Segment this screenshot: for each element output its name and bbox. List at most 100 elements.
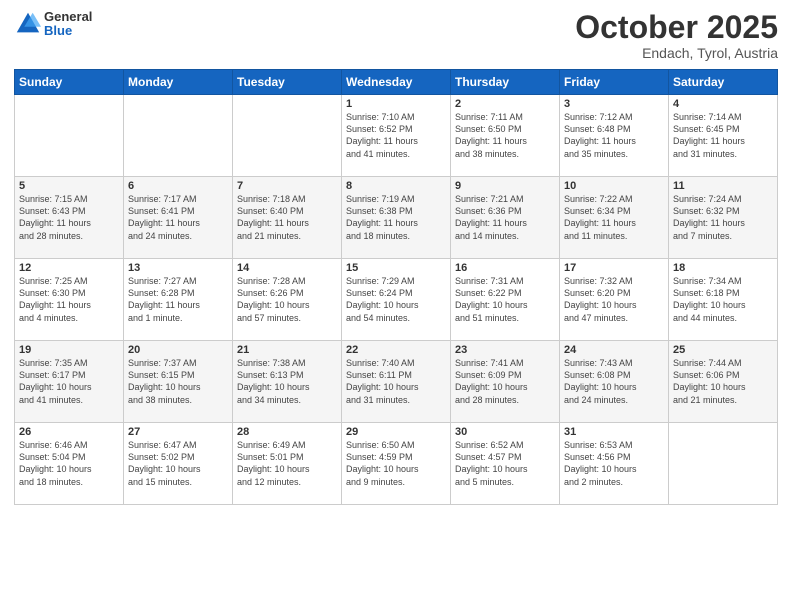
day-number: 12 [19, 262, 119, 274]
day-number: 10 [564, 180, 664, 192]
day-info: Sunrise: 7:21 AM Sunset: 6:36 PM Dayligh… [455, 193, 555, 242]
day-number: 15 [346, 262, 446, 274]
calendar-header-saturday: Saturday [669, 70, 778, 95]
calendar-header-tuesday: Tuesday [233, 70, 342, 95]
calendar-cell: 14Sunrise: 7:28 AM Sunset: 6:26 PM Dayli… [233, 259, 342, 341]
calendar-cell: 15Sunrise: 7:29 AM Sunset: 6:24 PM Dayli… [342, 259, 451, 341]
calendar-cell: 4Sunrise: 7:14 AM Sunset: 6:45 PM Daylig… [669, 95, 778, 177]
header: General Blue October 2025 Endach, Tyrol,… [14, 10, 778, 61]
week-row-1: 5Sunrise: 7:15 AM Sunset: 6:43 PM Daylig… [15, 177, 778, 259]
day-number: 30 [455, 426, 555, 438]
day-number: 23 [455, 344, 555, 356]
day-info: Sunrise: 7:15 AM Sunset: 6:43 PM Dayligh… [19, 193, 119, 242]
day-number: 18 [673, 262, 773, 274]
day-number: 22 [346, 344, 446, 356]
calendar-cell: 16Sunrise: 7:31 AM Sunset: 6:22 PM Dayli… [451, 259, 560, 341]
day-number: 25 [673, 344, 773, 356]
day-number: 13 [128, 262, 228, 274]
day-info: Sunrise: 7:29 AM Sunset: 6:24 PM Dayligh… [346, 275, 446, 324]
day-number: 28 [237, 426, 337, 438]
day-number: 31 [564, 426, 664, 438]
calendar-cell [124, 95, 233, 177]
logo-icon [14, 10, 42, 38]
day-info: Sunrise: 7:40 AM Sunset: 6:11 PM Dayligh… [346, 357, 446, 406]
calendar-cell: 10Sunrise: 7:22 AM Sunset: 6:34 PM Dayli… [560, 177, 669, 259]
calendar-cell: 27Sunrise: 6:47 AM Sunset: 5:02 PM Dayli… [124, 423, 233, 505]
calendar-cell: 24Sunrise: 7:43 AM Sunset: 6:08 PM Dayli… [560, 341, 669, 423]
calendar-header-monday: Monday [124, 70, 233, 95]
calendar-cell [233, 95, 342, 177]
calendar-header-thursday: Thursday [451, 70, 560, 95]
day-info: Sunrise: 7:35 AM Sunset: 6:17 PM Dayligh… [19, 357, 119, 406]
logo-general-text: General [44, 10, 92, 24]
day-number: 5 [19, 180, 119, 192]
day-info: Sunrise: 6:50 AM Sunset: 4:59 PM Dayligh… [346, 439, 446, 488]
day-info: Sunrise: 7:27 AM Sunset: 6:28 PM Dayligh… [128, 275, 228, 324]
day-info: Sunrise: 7:28 AM Sunset: 6:26 PM Dayligh… [237, 275, 337, 324]
calendar-cell: 20Sunrise: 7:37 AM Sunset: 6:15 PM Dayli… [124, 341, 233, 423]
day-info: Sunrise: 7:25 AM Sunset: 6:30 PM Dayligh… [19, 275, 119, 324]
week-row-3: 19Sunrise: 7:35 AM Sunset: 6:17 PM Dayli… [15, 341, 778, 423]
day-number: 16 [455, 262, 555, 274]
day-number: 2 [455, 98, 555, 110]
day-number: 24 [564, 344, 664, 356]
day-info: Sunrise: 7:34 AM Sunset: 6:18 PM Dayligh… [673, 275, 773, 324]
calendar-cell: 18Sunrise: 7:34 AM Sunset: 6:18 PM Dayli… [669, 259, 778, 341]
calendar-cell: 23Sunrise: 7:41 AM Sunset: 6:09 PM Dayli… [451, 341, 560, 423]
day-info: Sunrise: 7:43 AM Sunset: 6:08 PM Dayligh… [564, 357, 664, 406]
calendar-cell: 25Sunrise: 7:44 AM Sunset: 6:06 PM Dayli… [669, 341, 778, 423]
day-number: 4 [673, 98, 773, 110]
calendar-cell: 3Sunrise: 7:12 AM Sunset: 6:48 PM Daylig… [560, 95, 669, 177]
calendar-header-sunday: Sunday [15, 70, 124, 95]
day-info: Sunrise: 7:10 AM Sunset: 6:52 PM Dayligh… [346, 111, 446, 160]
calendar-header-row: SundayMondayTuesdayWednesdayThursdayFrid… [15, 70, 778, 95]
day-number: 1 [346, 98, 446, 110]
day-info: Sunrise: 7:12 AM Sunset: 6:48 PM Dayligh… [564, 111, 664, 160]
day-number: 9 [455, 180, 555, 192]
day-info: Sunrise: 7:22 AM Sunset: 6:34 PM Dayligh… [564, 193, 664, 242]
day-info: Sunrise: 6:53 AM Sunset: 4:56 PM Dayligh… [564, 439, 664, 488]
day-info: Sunrise: 7:37 AM Sunset: 6:15 PM Dayligh… [128, 357, 228, 406]
calendar-cell: 12Sunrise: 7:25 AM Sunset: 6:30 PM Dayli… [15, 259, 124, 341]
day-info: Sunrise: 6:47 AM Sunset: 5:02 PM Dayligh… [128, 439, 228, 488]
calendar-cell [15, 95, 124, 177]
logo: General Blue [14, 10, 92, 39]
day-number: 11 [673, 180, 773, 192]
day-info: Sunrise: 7:19 AM Sunset: 6:38 PM Dayligh… [346, 193, 446, 242]
day-number: 21 [237, 344, 337, 356]
day-info: Sunrise: 6:49 AM Sunset: 5:01 PM Dayligh… [237, 439, 337, 488]
calendar-table: SundayMondayTuesdayWednesdayThursdayFrid… [14, 69, 778, 505]
day-number: 29 [346, 426, 446, 438]
day-number: 6 [128, 180, 228, 192]
day-info: Sunrise: 7:32 AM Sunset: 6:20 PM Dayligh… [564, 275, 664, 324]
day-info: Sunrise: 6:46 AM Sunset: 5:04 PM Dayligh… [19, 439, 119, 488]
day-number: 3 [564, 98, 664, 110]
day-info: Sunrise: 7:24 AM Sunset: 6:32 PM Dayligh… [673, 193, 773, 242]
calendar-cell: 26Sunrise: 6:46 AM Sunset: 5:04 PM Dayli… [15, 423, 124, 505]
calendar-cell: 28Sunrise: 6:49 AM Sunset: 5:01 PM Dayli… [233, 423, 342, 505]
day-info: Sunrise: 7:31 AM Sunset: 6:22 PM Dayligh… [455, 275, 555, 324]
calendar-cell: 5Sunrise: 7:15 AM Sunset: 6:43 PM Daylig… [15, 177, 124, 259]
location: Endach, Tyrol, Austria [575, 45, 778, 61]
day-info: Sunrise: 7:44 AM Sunset: 6:06 PM Dayligh… [673, 357, 773, 406]
calendar-cell: 31Sunrise: 6:53 AM Sunset: 4:56 PM Dayli… [560, 423, 669, 505]
day-info: Sunrise: 7:17 AM Sunset: 6:41 PM Dayligh… [128, 193, 228, 242]
day-number: 7 [237, 180, 337, 192]
logo-text: General Blue [44, 10, 92, 39]
calendar-cell: 9Sunrise: 7:21 AM Sunset: 6:36 PM Daylig… [451, 177, 560, 259]
day-number: 26 [19, 426, 119, 438]
calendar-cell: 19Sunrise: 7:35 AM Sunset: 6:17 PM Dayli… [15, 341, 124, 423]
day-info: Sunrise: 7:14 AM Sunset: 6:45 PM Dayligh… [673, 111, 773, 160]
calendar-cell: 30Sunrise: 6:52 AM Sunset: 4:57 PM Dayli… [451, 423, 560, 505]
logo-blue-text: Blue [44, 24, 92, 38]
day-info: Sunrise: 6:52 AM Sunset: 4:57 PM Dayligh… [455, 439, 555, 488]
calendar-cell: 1Sunrise: 7:10 AM Sunset: 6:52 PM Daylig… [342, 95, 451, 177]
calendar-cell: 2Sunrise: 7:11 AM Sunset: 6:50 PM Daylig… [451, 95, 560, 177]
day-number: 8 [346, 180, 446, 192]
day-info: Sunrise: 7:38 AM Sunset: 6:13 PM Dayligh… [237, 357, 337, 406]
calendar-cell: 21Sunrise: 7:38 AM Sunset: 6:13 PM Dayli… [233, 341, 342, 423]
calendar-cell: 6Sunrise: 7:17 AM Sunset: 6:41 PM Daylig… [124, 177, 233, 259]
calendar-cell: 29Sunrise: 6:50 AM Sunset: 4:59 PM Dayli… [342, 423, 451, 505]
day-info: Sunrise: 7:11 AM Sunset: 6:50 PM Dayligh… [455, 111, 555, 160]
page: General Blue October 2025 Endach, Tyrol,… [0, 0, 792, 612]
